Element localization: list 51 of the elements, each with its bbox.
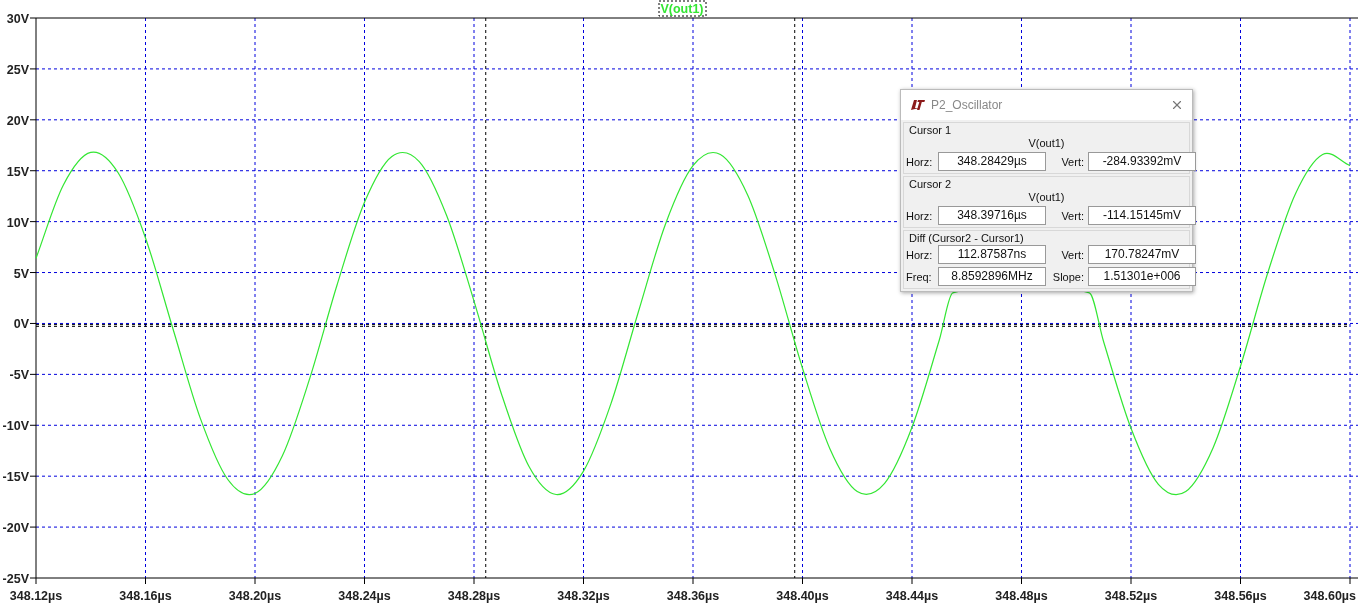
x-axis-tick-label: 348.20µs [228,589,282,603]
x-axis-tick-label: 348.36µs [666,589,720,603]
field-label: Horz: [906,209,934,222]
field-label: Vert: [1060,155,1085,168]
y-axis-tick-label: 25V [6,62,29,77]
x-axis-tick-label: 348.44µs [885,589,939,603]
x-axis-tick-label: 348.32µs [557,589,610,603]
x-axis-tick-label: 348.60µs [1303,589,1356,603]
value-field[interactable]: -114.15145mV [1088,206,1196,225]
group-title: Cursor 2 [908,177,953,191]
y-axis-tick-label: 10V [6,215,29,230]
field-label: Horz: [906,155,934,168]
y-axis-tick-label: 5V [13,266,29,281]
value-field[interactable]: -284.93392mV [1088,152,1196,171]
field-label: Vert: [1060,248,1085,261]
field-label: Vert: [1060,209,1085,222]
logo-icon [909,100,925,110]
close-icon[interactable] [1170,98,1184,112]
dialog-title: P2_Oscillator [931,98,1004,112]
value-field[interactable]: 348.28429µs [938,152,1046,171]
y-axis-tick-label: -25V [2,572,29,586]
field-label: Horz: [906,248,934,261]
x-axis-tick-label: 348.24µs [338,589,391,603]
x-axis-tick-label: 348.12µs [9,589,63,603]
trace-name: V(out1) [1027,137,1066,149]
y-axis-tick-label: -10V [2,419,29,434]
y-axis-tick-label: 20V [6,113,29,128]
x-axis-tick-label: 348.56µs [1214,589,1267,603]
cursor-line[interactable] [485,17,487,579]
y-axis-tick-label: 0V [13,317,29,332]
trace-name: V(out1) [1027,191,1066,203]
x-axis-tick-label: 348.28µs [447,589,501,603]
cursor-line[interactable] [794,17,796,579]
field-label: Slope: [1051,270,1085,283]
value-field[interactable]: 348.39716µs [938,206,1046,225]
x-axis-tick-label: 348.16µs [119,589,172,603]
value-field[interactable]: 112.87587ns [938,245,1046,264]
group-title: Cursor 1 [908,123,953,137]
y-axis-tick-label: -15V [2,470,29,485]
value-field[interactable]: 170.78247mV [1088,245,1196,264]
y-axis-tick-label: -5V [9,368,29,383]
y-axis-tick-label: -20V [2,521,29,536]
x-axis-tick-label: 348.48µs [995,589,1048,603]
y-axis-tick-label: 15V [6,164,29,179]
x-axis-tick-label: 348.40µs [776,589,829,603]
value-field[interactable]: 8.8592896MHz [938,267,1046,286]
x-axis-tick-label: 348.52µs [1104,589,1158,603]
value-field[interactable]: 1.51301e+006 [1088,267,1196,286]
y-axis-tick-label: 30V [6,12,29,26]
group-title: Diff (Cursor2 - Cursor1) [908,231,1025,245]
field-label: Freq: [906,270,933,283]
